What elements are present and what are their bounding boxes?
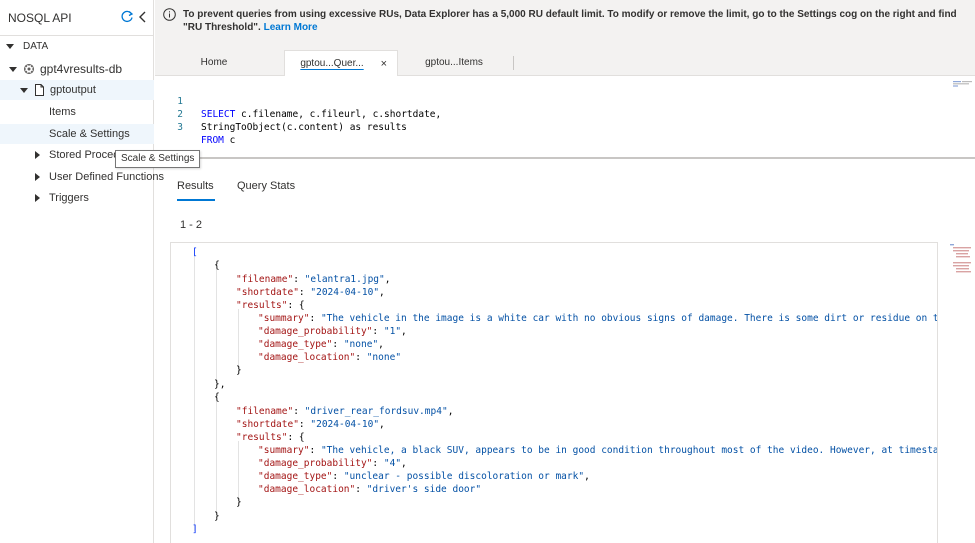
json-value: unclear - possible discoloration or mark [349, 471, 579, 482]
json-brace: { [214, 392, 220, 403]
tab-strip: Home gptou...Quer... × gptou...Items [155, 44, 975, 76]
resource-tree: NOSQL API DATA gpt4vresults-db gptoutput… [0, 0, 164, 543]
chevron-right-icon [35, 194, 40, 202]
json-brace: } [236, 365, 242, 376]
json-brace: }, [214, 379, 226, 390]
chevron-right-icon [35, 173, 40, 181]
json-line: "summary": "The vehicle in the image is … [258, 312, 938, 325]
chevron-down-icon [6, 43, 14, 49]
query-line: 2 StringToObject(c.content) as results [155, 95, 975, 133]
json-line: "damage_type": "unclear - possible disco… [258, 471, 590, 482]
sql-text: c [223, 135, 236, 146]
editor-minimap[interactable] [953, 81, 973, 87]
refresh-icon[interactable] [120, 10, 134, 24]
indent-guide [216, 401, 217, 518]
json-line: "damage_location": "driver's side door" [258, 484, 482, 495]
chevron-down-icon [9, 66, 17, 72]
info-icon [163, 8, 176, 21]
sidebar-item-triggers[interactable]: Triggers [0, 188, 154, 208]
database-node[interactable]: gpt4vresults-db [0, 59, 154, 79]
ru-limit-notice: To prevent queries from using excessive … [155, 0, 975, 44]
json-bracket: ] [192, 524, 198, 535]
database-icon [24, 64, 34, 74]
sidebar-item-items[interactable]: Items [0, 102, 154, 122]
collapse-icon[interactable] [138, 9, 148, 25]
json-line: "filename": "driver_rear_fordsuv.mp4", [236, 406, 454, 417]
sql-keyword: FROM [201, 135, 224, 146]
json-value: elantra1.jpg [310, 274, 380, 285]
results-json-viewer[interactable]: [ { "filename": "elantra1.jpg", "shortda… [170, 242, 938, 543]
json-value: 2024-04-10 [316, 419, 374, 430]
query-line: 3 FROM c [155, 108, 975, 146]
pane-splitter[interactable] [155, 157, 975, 159]
chevron-right-icon [35, 151, 40, 159]
sidebar-item-label: User Defined Functions [49, 171, 164, 183]
sidebar-header: NOSQL API [0, 0, 154, 36]
json-line: "filename": "elantra1.jpg", [236, 274, 391, 285]
results-minimap[interactable] [950, 244, 974, 284]
query-editor[interactable]: 1 SELECT c.filename, c.fileurl, c.shortd… [155, 77, 975, 157]
json-bracket: [ [192, 247, 198, 258]
json-brace: { [214, 260, 220, 271]
json-brace: } [236, 497, 242, 508]
tab-label: Home [200, 57, 228, 68]
tab-query[interactable]: gptou...Quer... × [284, 50, 398, 76]
json-value: driver's side door [372, 484, 476, 495]
json-value: none [349, 339, 373, 350]
json-line: "results": { [236, 300, 305, 311]
sidebar-item-scale-settings[interactable]: Scale & Settings [0, 124, 154, 144]
json-value: The vehicle in the image is a white car … [326, 313, 938, 324]
tab-label: gptou...Items [425, 57, 483, 68]
document-icon [35, 84, 44, 96]
indent-guide [194, 256, 195, 531]
api-title: NOSQL API [8, 10, 72, 25]
sidebar-item-label: Triggers [49, 192, 89, 204]
json-line: "damage_type": "none", [258, 339, 384, 350]
section-label: DATA [23, 40, 49, 52]
tab-items[interactable]: gptou...Items [399, 50, 509, 76]
json-line: "damage_location": "none" [258, 352, 402, 363]
tab-query-stats[interactable]: Query Stats [237, 177, 295, 201]
sidebar-item-label: Scale & Settings [49, 128, 130, 140]
json-line: "shortdate": "2024-04-10", [236, 287, 385, 298]
json-value: The vehicle, a black SUV, appears to be … [326, 445, 938, 456]
json-line: "results": { [236, 432, 305, 443]
tooltip: Scale & Settings [115, 150, 201, 168]
json-line: "damage_probability": "4", [258, 458, 407, 469]
line-number: 3 [177, 122, 183, 133]
tab-label: gptou...Quer... [300, 58, 364, 69]
query-line: 1 SELECT c.filename, c.fileurl, c.shortd… [155, 82, 975, 120]
json-value: driver_rear_fordsuv.mp4 [310, 406, 442, 417]
indent-guide [216, 269, 217, 386]
json-line: "summary": "The vehicle, a black SUV, ap… [258, 444, 938, 457]
tab-home[interactable]: Home [155, 50, 273, 76]
sidebar-item-udfs[interactable]: User Defined Functions [0, 167, 164, 187]
json-value: 2024-04-10 [316, 287, 374, 298]
sql-text: StringToObject(c.content) as results [201, 122, 407, 133]
chevron-down-icon [20, 87, 28, 93]
json-brace: } [214, 511, 220, 522]
container-label: gptoutput [50, 84, 96, 96]
tab-results[interactable]: Results [177, 177, 215, 201]
json-line: "shortdate": "2024-04-10", [236, 419, 385, 430]
json-line: "damage_probability": "1", [258, 326, 407, 337]
result-count: 1 - 2 [180, 219, 203, 231]
container-node[interactable]: gptoutput [0, 80, 154, 100]
data-section[interactable]: DATA [0, 36, 154, 56]
tab-divider [513, 56, 514, 70]
json-value: none [372, 352, 396, 363]
learn-more-link[interactable]: Learn More [264, 22, 318, 33]
close-icon[interactable]: × [381, 51, 387, 77]
database-label: gpt4vresults-db [40, 62, 123, 76]
sidebar-item-label: Items [49, 106, 76, 118]
